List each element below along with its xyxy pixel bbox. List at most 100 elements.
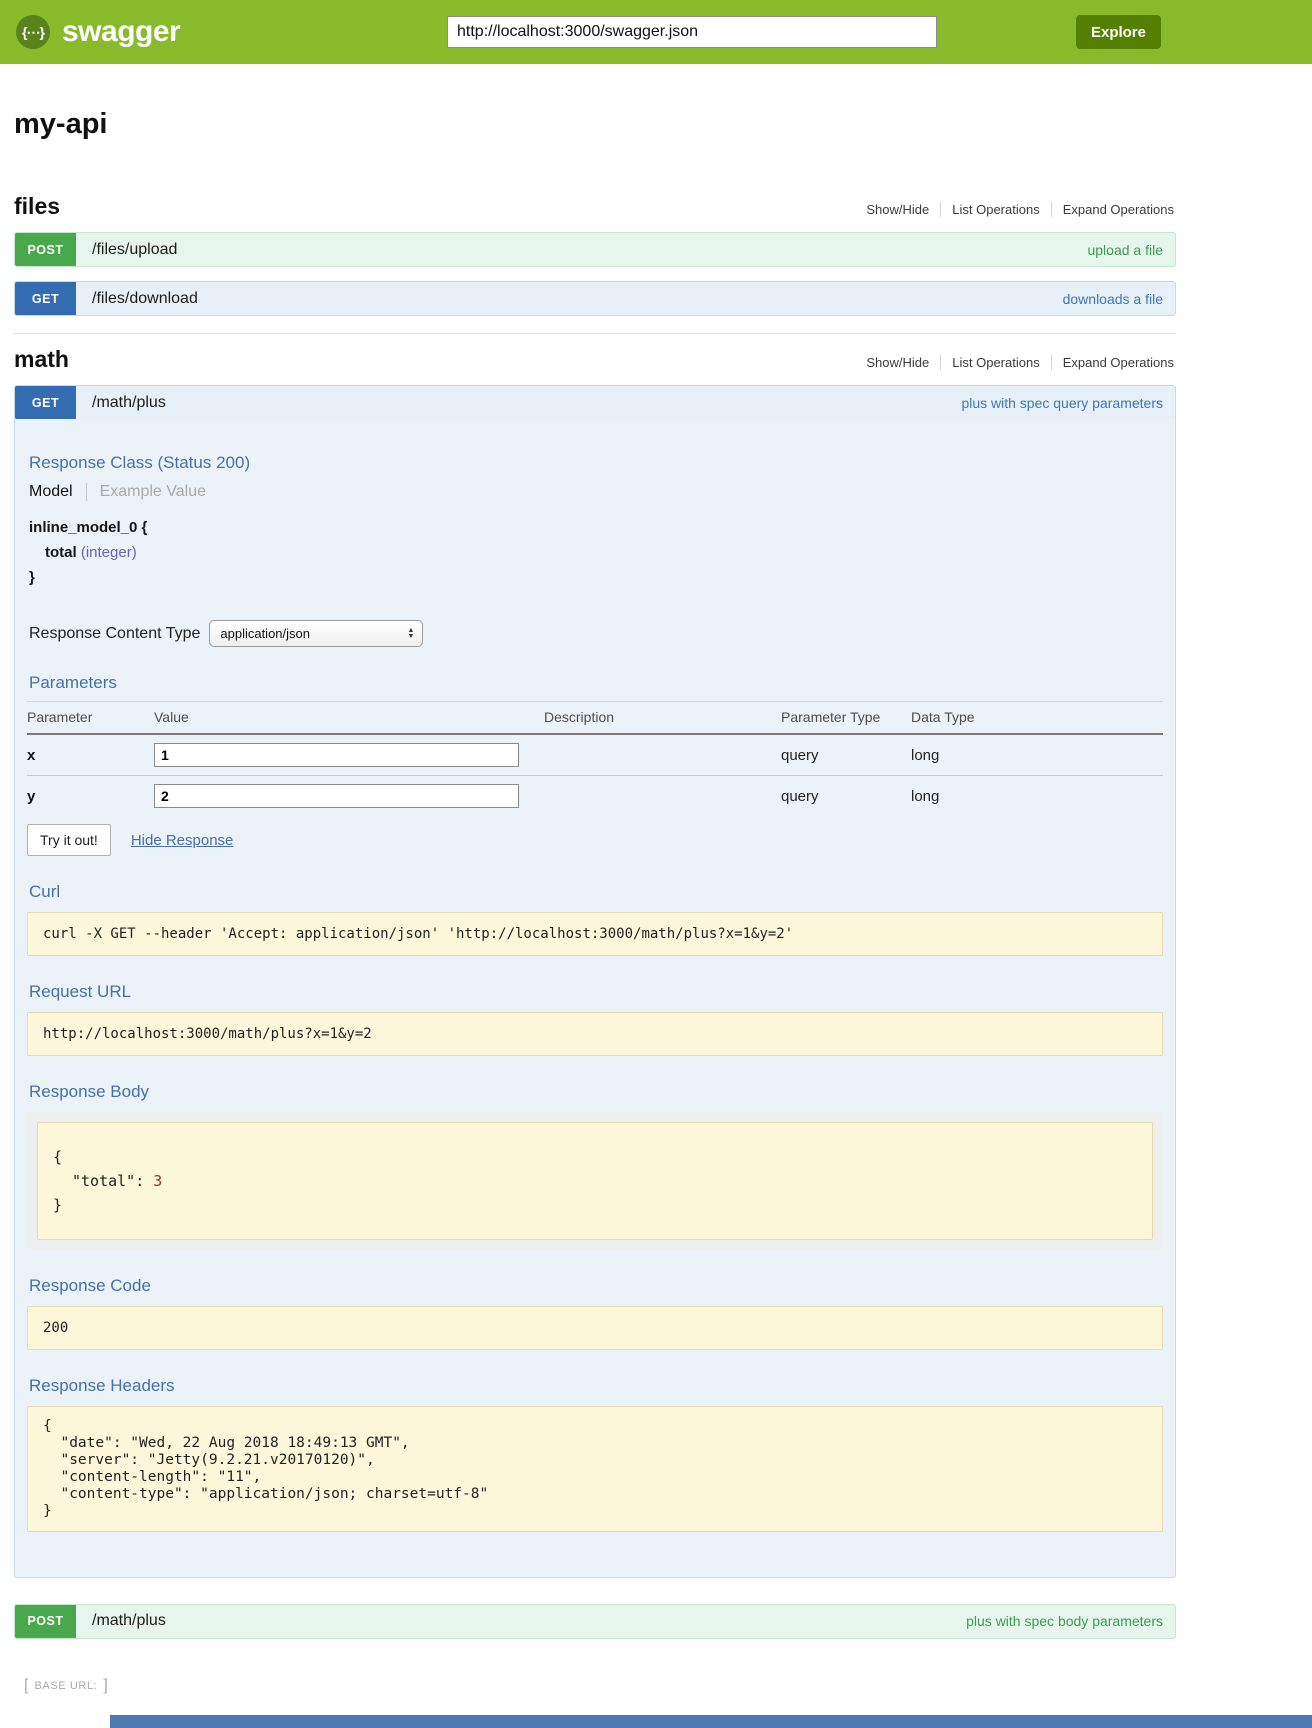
response-headers-block: { "date": "Wed, 22 Aug 2018 18:49:13 GMT… xyxy=(27,1406,1163,1532)
actions-row: Try it out! Hide Response xyxy=(27,824,1163,856)
expand-operations-link[interactable]: Expand Operations xyxy=(1051,202,1176,217)
model-name: inline_model_0 { xyxy=(29,515,1163,540)
property-type: (integer) xyxy=(81,544,137,561)
swagger-logo-icon: {⋯} xyxy=(16,15,50,49)
bottom-bar xyxy=(110,1715,1312,1728)
hide-response-link[interactable]: Hide Response xyxy=(131,832,234,849)
parameter-description xyxy=(544,734,781,776)
operation-header[interactable]: GET /math/plus plus with spec query para… xyxy=(15,386,1175,419)
endpoint-path[interactable]: /math/plus xyxy=(92,394,166,412)
property-name: total xyxy=(45,544,77,561)
request-url-block: http://localhost:3000/math/plus?x=1&y=2 xyxy=(27,1012,1163,1056)
operation-header[interactable]: POST /files/upload upload a file xyxy=(15,233,1175,266)
response-content-type-label: Response Content Type xyxy=(29,625,200,643)
model-close-brace: } xyxy=(29,565,1163,590)
selected-content-type: application/json xyxy=(220,626,310,641)
list-operations-link[interactable]: List Operations xyxy=(940,202,1050,217)
footer-bracket-close: ] xyxy=(103,1677,107,1695)
tab-model[interactable]: Model xyxy=(29,483,87,501)
operation-header[interactable]: POST /math/plus plus with spec body para… xyxy=(15,1605,1175,1638)
show-hide-link[interactable]: Show/Hide xyxy=(855,355,940,370)
parameter-data-type: long xyxy=(911,734,1163,776)
json-total-line: "total": 3 xyxy=(53,1169,1137,1193)
resource-controls: Show/Hide List Operations Expand Operati… xyxy=(855,355,1176,370)
resource-header-files: files Show/Hide List Operations Expand O… xyxy=(14,193,1176,220)
page-container: my-api files Show/Hide List Operations E… xyxy=(14,108,1176,1695)
select-arrows-icon: ▲▼ xyxy=(407,628,414,640)
header-bar: {⋯} swagger Explore xyxy=(0,0,1312,64)
brand-title: swagger xyxy=(62,15,180,49)
swagger-logo-glyph: {⋯} xyxy=(22,24,44,41)
base-url-label: BASE URL: xyxy=(34,1680,97,1692)
method-badge-get: GET xyxy=(15,386,76,419)
response-class-heading: Response Class (Status 200) xyxy=(29,453,1163,473)
json-open-brace: { xyxy=(53,1145,1137,1169)
request-url-heading: Request URL xyxy=(29,982,1163,1002)
parameter-x-input[interactable] xyxy=(154,743,519,767)
resource-title-files: files xyxy=(14,193,60,220)
curl-command-block: curl -X GET --header 'Accept: applicatio… xyxy=(27,912,1163,956)
curl-heading: Curl xyxy=(29,882,1163,902)
col-parameter-type: Parameter Type xyxy=(781,702,911,735)
method-badge-post: POST xyxy=(15,233,76,266)
response-body-json: { "total": 3 } xyxy=(37,1122,1153,1240)
footer-bracket-open: [ xyxy=(24,1677,28,1695)
operation-content: Response Class (Status 200) Model Exampl… xyxy=(15,419,1175,1577)
endpoint-path[interactable]: /files/download xyxy=(92,290,198,308)
endpoint-path[interactable]: /math/plus xyxy=(92,1612,166,1630)
parameter-type: query xyxy=(781,776,911,817)
response-headers-heading: Response Headers xyxy=(29,1376,1163,1396)
operation-get-math-plus: GET /math/plus plus with spec query para… xyxy=(14,385,1176,1578)
parameter-name: x xyxy=(27,734,154,776)
operation-row-get-files-download: GET /files/download downloads a file xyxy=(14,281,1176,316)
model-tabs: Model Example Value xyxy=(29,483,1163,501)
expand-operations-link[interactable]: Expand Operations xyxy=(1051,355,1176,370)
page-title: my-api xyxy=(14,108,1176,141)
endpoint-summary[interactable]: upload a file xyxy=(1087,242,1163,258)
endpoint-path[interactable]: /files/upload xyxy=(92,241,177,259)
response-content-type-select[interactable]: application/json ▲▼ xyxy=(209,620,423,647)
parameters-header-row: Parameter Value Description Parameter Ty… xyxy=(27,702,1163,735)
parameters-heading: Parameters xyxy=(29,673,1163,693)
col-data-type: Data Type xyxy=(911,702,1163,735)
endpoint-summary[interactable]: plus with spec query parameters xyxy=(961,395,1163,411)
response-body-heading: Response Body xyxy=(29,1082,1163,1102)
resource-controls: Show/Hide List Operations Expand Operati… xyxy=(855,202,1176,217)
parameter-data-type: long xyxy=(911,776,1163,817)
endpoint-summary[interactable]: downloads a file xyxy=(1063,291,1163,307)
show-hide-link[interactable]: Show/Hide xyxy=(855,202,940,217)
api-url-input[interactable] xyxy=(447,16,937,48)
try-it-out-button[interactable]: Try it out! xyxy=(27,824,111,856)
operation-header[interactable]: GET /files/download downloads a file xyxy=(15,282,1175,315)
operation-row-post-math-plus: POST /math/plus plus with spec body para… xyxy=(14,1604,1176,1639)
method-badge-get: GET xyxy=(15,282,76,315)
json-value: 3 xyxy=(153,1172,162,1190)
json-close-brace: } xyxy=(53,1193,1137,1217)
parameter-y-input[interactable] xyxy=(154,784,519,808)
json-key: "total": xyxy=(72,1172,144,1190)
parameter-row-y: y query long xyxy=(27,776,1163,817)
response-code-heading: Response Code xyxy=(29,1276,1163,1296)
operation-row-post-files-upload: POST /files/upload upload a file xyxy=(14,232,1176,267)
model-property: total (integer) xyxy=(29,540,1163,565)
response-content-type-row: Response Content Type application/json ▲… xyxy=(29,620,1163,647)
endpoint-summary[interactable]: plus with spec body parameters xyxy=(966,1613,1163,1629)
col-parameter: Parameter xyxy=(27,702,154,735)
parameter-description xyxy=(544,776,781,817)
parameter-type: query xyxy=(781,734,911,776)
tab-example-value[interactable]: Example Value xyxy=(87,483,206,501)
resource-divider xyxy=(14,333,1176,334)
explore-button[interactable]: Explore xyxy=(1076,15,1161,49)
model-snippet: inline_model_0 { total (integer) } xyxy=(29,515,1163,590)
resource-header-math: math Show/Hide List Operations Expand Op… xyxy=(14,346,1176,373)
base-url-footer: [ BASE URL: ] xyxy=(24,1677,1176,1695)
col-description: Description xyxy=(544,702,781,735)
response-body-container: { "total": 3 } xyxy=(27,1112,1163,1250)
col-value: Value xyxy=(154,702,544,735)
parameters-table: Parameter Value Description Parameter Ty… xyxy=(27,701,1163,816)
list-operations-link[interactable]: List Operations xyxy=(940,355,1050,370)
method-badge-post: POST xyxy=(15,1605,76,1638)
resource-title-math: math xyxy=(14,346,69,373)
parameter-name: y xyxy=(27,776,154,817)
response-code-block: 200 xyxy=(27,1306,1163,1350)
